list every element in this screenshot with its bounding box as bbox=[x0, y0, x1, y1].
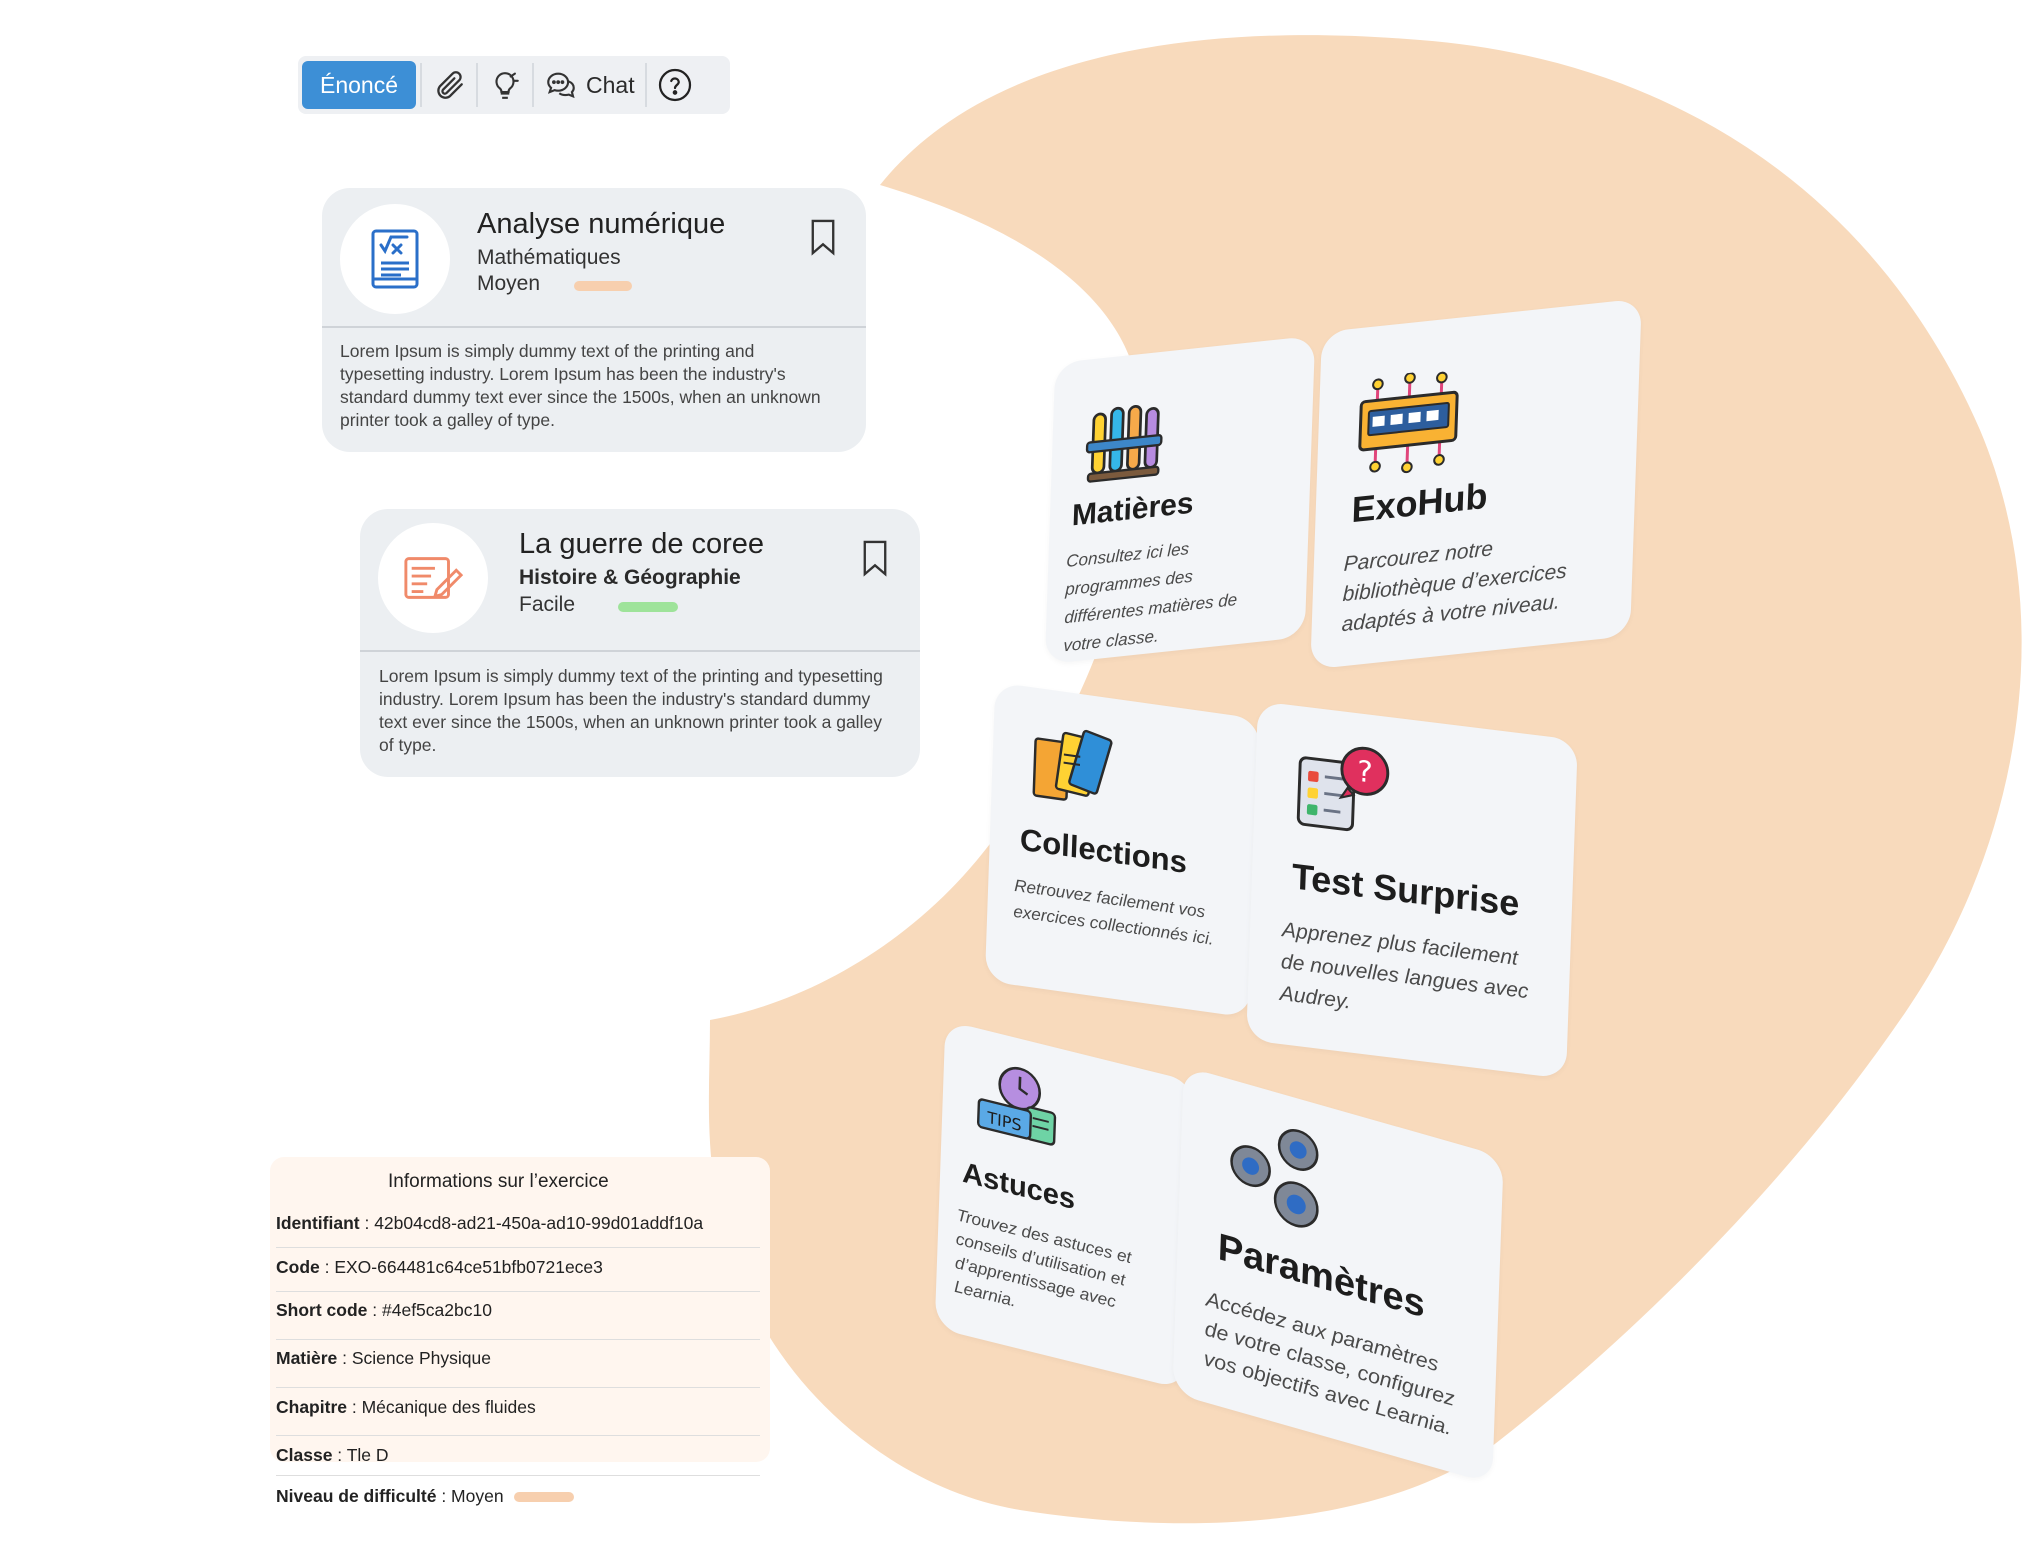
difficulty-bar bbox=[618, 602, 678, 612]
info-divider bbox=[276, 1475, 760, 1476]
tips-icon: TIPS bbox=[976, 1066, 1057, 1146]
info-divider bbox=[276, 1291, 760, 1292]
chat-button[interactable]: Chat bbox=[534, 61, 645, 109]
tile-description: Retrouvez facilement vos exercices colle… bbox=[1013, 875, 1214, 949]
quiz-question-icon: ? bbox=[1296, 746, 1390, 832]
tile-title: Collections bbox=[1019, 821, 1188, 880]
exercise-title: Analyse numérique bbox=[477, 208, 726, 240]
help-button[interactable] bbox=[647, 61, 703, 109]
tile-collections[interactable]: Collections Retrouvez facilement vos exe… bbox=[984, 682, 1261, 1018]
lightbulb-icon bbox=[495, 72, 519, 99]
info-value: : #4ef5ca2bc10 bbox=[367, 1300, 492, 1320]
exercise-toolbar: Énoncé Chat bbox=[298, 56, 730, 114]
info-row-chapter: Chapitre : Mécanique des fluides bbox=[276, 1397, 536, 1418]
difficulty-bar bbox=[513, 1492, 574, 1503]
chat-bubbles-icon bbox=[547, 72, 575, 99]
math-book-icon bbox=[371, 229, 419, 289]
chat-label: Chat bbox=[586, 71, 635, 98]
test-tubes-icon bbox=[1085, 404, 1163, 483]
tile-description: Apprenez plus facilement de nouvelles la… bbox=[1279, 918, 1529, 1014]
tile-tips[interactable]: TIPS Astuces Trouvez des astuces et cons… bbox=[934, 1020, 1196, 1390]
info-label: Identifiant bbox=[276, 1213, 360, 1233]
tile-title: ExoHub bbox=[1350, 474, 1489, 531]
exercise-level: Facile bbox=[519, 593, 576, 616]
info-divider bbox=[276, 1387, 760, 1388]
info-value: : Tle D bbox=[332, 1445, 389, 1465]
info-divider bbox=[276, 1339, 760, 1340]
exercise-info-panel: Informations sur l’exercice Identifiant … bbox=[270, 1157, 770, 1465]
info-row-subject: Matière : Science Physique bbox=[276, 1348, 491, 1369]
tile-title: Matières bbox=[1071, 486, 1195, 533]
info-row-code: Code : EXO-664481c64ce51bfb0721ece3 bbox=[276, 1257, 603, 1278]
bookmark-icon bbox=[811, 219, 835, 256]
books-icon bbox=[1032, 729, 1113, 801]
info-row-difficulty: Niveau de difficulté : Moyen bbox=[276, 1486, 574, 1507]
exercise-subject: Histoire & Géographie bbox=[519, 566, 741, 589]
paperclip-icon bbox=[437, 71, 463, 99]
bookmark-button[interactable] bbox=[860, 539, 890, 582]
info-divider bbox=[276, 1247, 760, 1248]
attachment-button[interactable] bbox=[422, 61, 476, 109]
network-hub-icon bbox=[1358, 371, 1459, 474]
svg-text:?: ? bbox=[1356, 754, 1373, 790]
info-label: Chapitre bbox=[276, 1397, 347, 1417]
bookmark-button[interactable] bbox=[808, 218, 838, 261]
tile-subjects[interactable]: Matières Consultez ici les programmes de… bbox=[1044, 335, 1316, 665]
tile-description: Trouvez des astuces et conseils d’utilis… bbox=[953, 1205, 1132, 1312]
exercise-subject: Mathématiques bbox=[477, 246, 621, 269]
exercise-description: Lorem Ipsum is simply dummy text of the … bbox=[340, 341, 821, 430]
tile-quiz[interactable]: ? Test Surprise Apprenez plus facilement… bbox=[1246, 701, 1578, 1079]
info-value: : Science Physique bbox=[337, 1348, 491, 1368]
exercise-title: La guerre de coree bbox=[519, 528, 765, 560]
exercise-card[interactable]: Analyse numérique Mathématiques Moyen Lo… bbox=[322, 188, 866, 452]
help-icon bbox=[658, 68, 691, 102]
info-value: : EXO-664481c64ce51bfb0721ece3 bbox=[319, 1257, 603, 1277]
hint-button[interactable] bbox=[478, 61, 532, 109]
info-divider bbox=[276, 1435, 760, 1436]
tile-exohub[interactable]: ExoHub Parcourez notre bibliothèque d’ex… bbox=[1310, 298, 1642, 670]
card-divider bbox=[360, 650, 920, 652]
info-value: : 42b04cd8-ad21-450a-ad10-99d01addf10a bbox=[359, 1213, 704, 1233]
bookmark-icon bbox=[863, 540, 887, 577]
info-label: Short code bbox=[276, 1300, 368, 1320]
info-row-identifier: Identifiant : 42b04cd8-ad21-450a-ad10-99… bbox=[276, 1213, 703, 1234]
gears-icon bbox=[1230, 1129, 1319, 1228]
info-value: : Moyen bbox=[436, 1486, 504, 1506]
info-label: Classe bbox=[276, 1445, 333, 1465]
info-row-short-code: Short code : #4ef5ca2bc10 bbox=[276, 1300, 492, 1321]
exercise-description: Lorem Ipsum is simply dummy text of the … bbox=[379, 666, 883, 755]
info-label: Matière bbox=[276, 1348, 338, 1368]
info-value: : Mécanique des fluides bbox=[346, 1397, 536, 1417]
tile-title: Test Surprise bbox=[1291, 855, 1521, 925]
card-divider bbox=[322, 326, 866, 328]
info-title: Informations sur l’exercice bbox=[388, 1171, 609, 1192]
difficulty-bar bbox=[574, 281, 632, 291]
info-row-class: Classe : Tle D bbox=[276, 1445, 389, 1466]
exercise-card[interactable]: La guerre de coree Histoire & Géographie… bbox=[360, 509, 920, 777]
tile-description: Parcourez notre bibliothèque d’exercices… bbox=[1341, 537, 1568, 637]
tab-statement[interactable]: Énoncé bbox=[302, 61, 416, 109]
exercise-icon-badge bbox=[378, 523, 488, 633]
info-label: Code bbox=[276, 1257, 320, 1277]
exercise-level: Moyen bbox=[477, 272, 541, 295]
info-label: Niveau de difficulté bbox=[276, 1486, 437, 1506]
document-edit-icon bbox=[404, 557, 464, 599]
exercise-icon-badge bbox=[340, 204, 450, 314]
tile-description: Consultez ici les programmes des différe… bbox=[1063, 539, 1238, 656]
